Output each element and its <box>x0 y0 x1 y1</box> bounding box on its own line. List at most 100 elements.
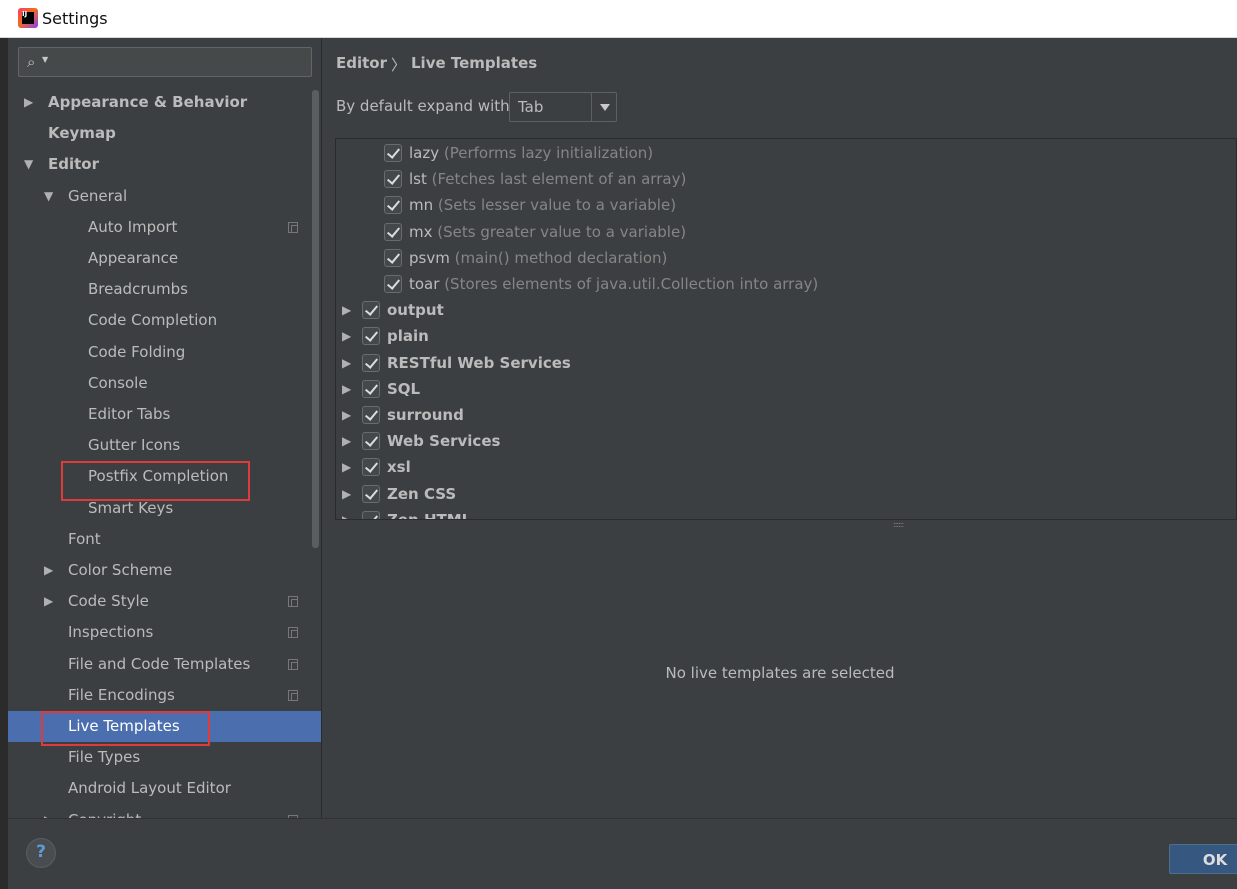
sidebar-item-android-layout-editor[interactable]: Android Layout Editor <box>8 773 321 804</box>
sidebar-item-label: File Types <box>68 748 141 767</box>
collapsed-arrow-icon[interactable]: ▶ <box>342 454 351 480</box>
template-group-row[interactable]: ▶ xsl <box>336 454 1236 480</box>
sidebar-item-file-and-code-templates[interactable]: File and Code Templates <box>8 649 321 680</box>
sidebar-item-label: General <box>68 186 128 205</box>
sidebar-item-general[interactable]: ▼ General <box>8 181 321 212</box>
collapsed-arrow-icon[interactable]: ▶ <box>24 87 33 118</box>
template-description: (Sets lesser value to a variable) <box>433 196 677 215</box>
template-checkbox[interactable] <box>362 301 380 320</box>
title-bar: IJ Settings <box>0 0 1237 38</box>
template-name: plain <box>387 327 429 346</box>
sidebar-item-console[interactable]: Console <box>8 368 321 399</box>
sidebar-item-label: Editor Tabs <box>88 405 171 423</box>
collapsed-arrow-icon[interactable]: ▶ <box>342 507 351 519</box>
sidebar-scrollbar[interactable] <box>312 90 319 548</box>
sidebar-item-label: File Encodings <box>68 685 175 704</box>
template-name: RESTful Web Services <box>387 353 571 372</box>
template-name: surround <box>387 406 464 424</box>
template-row[interactable]: mn (Sets lesser value to a variable) <box>336 192 1236 218</box>
collapsed-arrow-icon[interactable]: ▶ <box>342 402 351 428</box>
template-checkbox[interactable] <box>384 170 402 189</box>
search-options-chevron-icon[interactable]: ▼ <box>42 55 48 64</box>
template-checkbox[interactable] <box>384 248 402 267</box>
sidebar-item-code-style[interactable]: ▶ Code Style <box>8 586 321 617</box>
template-group-row[interactable]: ▶ surround <box>336 402 1236 428</box>
template-group-row[interactable]: ▶ SQL <box>336 376 1236 402</box>
template-checkbox[interactable] <box>362 379 380 398</box>
sidebar-item-label: Copyright <box>68 805 141 818</box>
breadcrumb-parent[interactable]: Editor <box>336 54 387 72</box>
sidebar-item-gutter-icons[interactable]: Gutter Icons <box>8 430 321 461</box>
collapsed-arrow-icon[interactable]: ▶ <box>342 481 351 507</box>
intellij-app-icon <box>18 8 38 28</box>
template-checkbox[interactable] <box>362 484 380 503</box>
settings-content: Editor 〉 Live Templates By default expan… <box>323 38 1237 818</box>
template-description: (Fetches last element of an array) <box>426 170 687 189</box>
collapsed-arrow-icon[interactable]: ▶ <box>44 805 53 818</box>
template-description: (Sets greater value to a variable) <box>432 222 687 241</box>
template-checkbox[interactable] <box>362 353 380 372</box>
expanded-arrow-icon[interactable]: ▼ <box>24 149 33 180</box>
sidebar-item-appearance-behavior[interactable]: ▶ Appearance & Behavior <box>8 87 321 118</box>
collapsed-arrow-icon[interactable]: ▶ <box>342 376 351 402</box>
collapsed-arrow-icon[interactable]: ▶ <box>342 297 351 323</box>
app-icon-letters: IJ <box>22 10 28 18</box>
sidebar-item-code-completion[interactable]: Code Completion <box>8 305 321 336</box>
sidebar-item-label: File and Code Templates <box>68 654 251 673</box>
template-checkbox[interactable] <box>384 196 402 215</box>
sidebar-item-code-folding[interactable]: Code Folding <box>8 337 321 368</box>
template-checkbox[interactable] <box>384 275 402 293</box>
template-row[interactable]: psvm (main() method declaration) <box>336 245 1236 271</box>
sidebar-item-editor[interactable]: ▼ Editor <box>8 149 321 180</box>
template-group-row[interactable]: ▶ output <box>336 297 1236 323</box>
template-checkbox[interactable] <box>384 144 402 162</box>
expanded-arrow-icon[interactable]: ▼ <box>44 181 53 212</box>
template-group-row[interactable]: ▶ Web Services <box>336 428 1236 454</box>
collapsed-arrow-icon[interactable]: ▶ <box>342 323 351 349</box>
collapsed-arrow-icon[interactable]: ▶ <box>342 428 351 454</box>
template-description: (main() method declaration) <box>449 248 668 267</box>
sidebar-item-inspections[interactable]: Inspections <box>8 617 321 648</box>
template-group-row[interactable]: ▶ RESTful Web Services <box>336 350 1236 376</box>
template-group-row[interactable]: ▶ Zen HTML <box>336 507 1236 519</box>
splitter-handle[interactable]: :::::: <box>893 521 913 529</box>
template-checkbox[interactable] <box>384 222 402 241</box>
template-checkbox[interactable] <box>362 432 380 451</box>
sidebar-item-label: Appearance & Behavior <box>48 93 248 111</box>
template-checkbox[interactable] <box>362 406 380 424</box>
sidebar-item-editor-tabs[interactable]: Editor Tabs <box>8 399 321 430</box>
sidebar-item-label: Gutter Icons <box>88 436 181 455</box>
template-checkbox[interactable] <box>362 327 380 346</box>
template-row[interactable]: toar (Stores elements of java.util.Colle… <box>336 271 1236 297</box>
ok-button[interactable]: OK <box>1169 844 1237 874</box>
sidebar-item-breadcrumbs[interactable]: Breadcrumbs <box>8 274 321 305</box>
collapsed-arrow-icon[interactable]: ▶ <box>44 586 53 617</box>
template-group-row[interactable]: ▶ Zen CSS <box>336 481 1236 507</box>
template-checkbox[interactable] <box>362 458 380 477</box>
project-scope-icon <box>288 689 298 701</box>
template-row[interactable]: lst (Fetches last element of an array) <box>336 166 1236 192</box>
collapsed-arrow-icon[interactable]: ▶ <box>44 555 53 586</box>
help-button[interactable]: ? <box>26 838 56 868</box>
sidebar-item-auto-import[interactable]: Auto Import <box>8 212 321 243</box>
sidebar-item-keymap[interactable]: Keymap <box>8 118 321 149</box>
sidebar-item-color-scheme[interactable]: ▶ Color Scheme <box>8 555 321 586</box>
collapsed-arrow-icon[interactable]: ▶ <box>342 350 351 376</box>
window-title: Settings <box>42 9 108 28</box>
template-group-row[interactable]: ▶ plain <box>336 323 1236 349</box>
no-selection-message: No live templates are selected <box>665 664 895 682</box>
template-row[interactable]: mx (Sets greater value to a variable) <box>336 219 1236 245</box>
sidebar-item-appearance[interactable]: Appearance <box>8 243 321 274</box>
sidebar-item-file-types[interactable]: File Types <box>8 742 321 773</box>
sidebar-item-file-encodings[interactable]: File Encodings <box>8 680 321 711</box>
chevron-down-icon[interactable] <box>591 93 617 121</box>
template-name: mx <box>409 222 433 241</box>
sidebar-item-copyright[interactable]: ▶ Copyright <box>8 805 321 818</box>
template-checkbox[interactable] <box>362 510 380 519</box>
project-scope-icon <box>288 627 298 639</box>
sidebar-item-label: Code Completion <box>88 311 218 330</box>
template-row[interactable]: lazy (Performs lazy initialization) <box>336 140 1236 166</box>
settings-search-input[interactable]: ⌕ ▼ <box>18 47 312 77</box>
expand-with-select[interactable]: Tab <box>509 92 617 122</box>
sidebar-item-font[interactable]: Font <box>8 524 321 555</box>
